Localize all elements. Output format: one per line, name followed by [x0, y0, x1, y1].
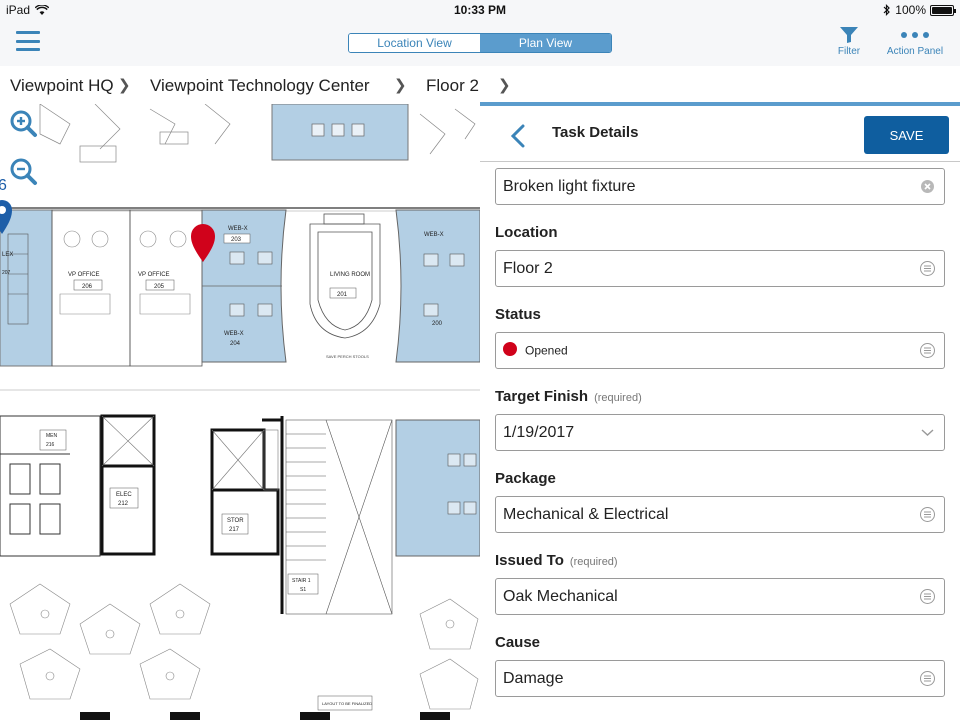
- issued-to-field[interactable]: Oak Mechanical: [495, 578, 945, 615]
- target-finish-field[interactable]: 1/19/2017: [495, 414, 945, 451]
- more-dots-icon: [901, 32, 929, 38]
- location-label: Location: [495, 224, 558, 241]
- list-icon[interactable]: [919, 260, 936, 277]
- room-name-webx-204: WEB-X: [224, 331, 244, 337]
- battery-percent: 100%: [895, 3, 926, 17]
- breadcrumb-item-hq[interactable]: Viewpoint HQ: [10, 76, 114, 96]
- status-color-dot: [503, 342, 517, 357]
- room-name-elec: ELEC: [116, 492, 132, 498]
- room-name-living-room: LIVING ROOM: [330, 272, 370, 278]
- filter-button[interactable]: Filter: [832, 24, 866, 57]
- room-number-201: 201: [337, 292, 348, 298]
- task-details-panel: Task Details SAVE Broken light fixture L…: [480, 102, 960, 720]
- bluetooth-icon: [883, 4, 891, 16]
- filter-label: Filter: [837, 46, 861, 57]
- chevron-right-icon: ❯: [118, 77, 131, 94]
- panel-title: Task Details: [552, 124, 639, 141]
- room-number-203: 203: [231, 237, 242, 243]
- panel-header: Task Details SAVE: [480, 106, 960, 162]
- package-value: Mechanical & Electrical: [503, 506, 669, 523]
- marker-count-label: 6: [0, 177, 7, 194]
- cause-label: Cause: [495, 634, 541, 651]
- list-icon[interactable]: [919, 670, 936, 687]
- view-toggle: Location View Plan View: [348, 33, 612, 53]
- list-icon[interactable]: [919, 506, 936, 523]
- clear-icon[interactable]: [919, 178, 936, 195]
- issued-to-label: Issued To (required): [495, 552, 618, 569]
- room-name-vp-office-206: VP OFFICE: [68, 272, 100, 278]
- list-icon[interactable]: [919, 342, 936, 359]
- target-finish-value: 1/19/2017: [503, 424, 575, 441]
- save-button[interactable]: SAVE: [864, 116, 949, 154]
- room-number-217: 217: [229, 527, 240, 533]
- status-label: Status: [495, 306, 541, 323]
- room-name-webx-200: WEB-X: [424, 232, 444, 238]
- room-number-204: 204: [230, 341, 241, 347]
- action-panel-button[interactable]: Action Panel: [882, 24, 948, 57]
- target-finish-label: Target Finish (required): [495, 388, 642, 405]
- annotation-layout: LAYOUT TO BE FINALIZED: [322, 701, 372, 706]
- room-number-205: 205: [154, 284, 165, 290]
- status-field[interactable]: Opened: [495, 332, 945, 369]
- package-field[interactable]: Mechanical & Electrical: [495, 496, 945, 533]
- room-name-stor: STOR: [227, 518, 244, 524]
- status-bar: iPad 10:33 PM 100%: [0, 0, 960, 20]
- chevron-right-icon: ❯: [394, 77, 407, 94]
- floor-plan-drawing: LEX 207 VP OFFICE 206 VP OFFICE 205 WEB-…: [0, 104, 480, 720]
- room-name-vp-office-205: VP OFFICE: [138, 272, 170, 278]
- chevron-right-icon: ❯: [498, 77, 511, 94]
- zoom-out-icon[interactable]: [8, 156, 38, 186]
- battery-icon: [930, 4, 956, 16]
- room-number-s1: S1: [300, 587, 306, 593]
- package-label: Package: [495, 470, 556, 487]
- room-number-212: 212: [118, 501, 129, 507]
- breadcrumb: Viewpoint HQ ❯ Viewpoint Technology Cent…: [0, 66, 960, 104]
- zoom-in-icon[interactable]: [8, 108, 38, 138]
- room-name-webx-203: WEB-X: [228, 226, 248, 232]
- room-name-men: MEN: [46, 433, 58, 439]
- clock: 10:33 PM: [453, 3, 507, 17]
- description-field[interactable]: Broken light fixture: [495, 168, 945, 205]
- menu-icon[interactable]: [16, 31, 40, 51]
- required-hint: (required): [594, 392, 642, 404]
- back-chevron-icon[interactable]: [508, 124, 528, 148]
- room-name-stair: STAIR 1: [292, 578, 311, 584]
- description-value: Broken light fixture: [503, 178, 636, 195]
- action-panel-label: Action Panel: [886, 46, 944, 57]
- issued-to-value: Oak Mechanical: [503, 588, 618, 605]
- room-number-216: 216: [46, 442, 55, 448]
- location-value: Floor 2: [503, 260, 553, 277]
- required-hint: (required): [569, 556, 618, 568]
- location-field[interactable]: Floor 2: [495, 250, 945, 287]
- floor-plan-map[interactable]: LEX 207 VP OFFICE 206 VP OFFICE 205 WEB-…: [0, 104, 480, 720]
- cause-value: Damage: [503, 670, 564, 687]
- plan-view-tab[interactable]: Plan View: [480, 34, 611, 52]
- cause-field[interactable]: Damage: [495, 660, 945, 697]
- nav-bar: Location View Plan View Filter Action Pa…: [0, 20, 960, 66]
- filter-icon: [840, 27, 858, 43]
- status-value: Opened: [525, 343, 568, 358]
- breadcrumb-item-floor[interactable]: Floor 2: [426, 76, 479, 96]
- room-number-206: 206: [82, 284, 93, 290]
- chevron-down-icon[interactable]: [919, 424, 936, 441]
- room-number-lex: 207: [2, 270, 11, 276]
- room-number-200: 200: [432, 321, 443, 327]
- location-view-tab[interactable]: Location View: [349, 34, 480, 52]
- breadcrumb-item-technology-center[interactable]: Viewpoint Technology Center: [150, 76, 370, 96]
- annotation-stools: SAVE PERCH STOOLS: [326, 354, 369, 359]
- room-name-lex: LEX: [2, 252, 13, 258]
- list-icon[interactable]: [919, 588, 936, 605]
